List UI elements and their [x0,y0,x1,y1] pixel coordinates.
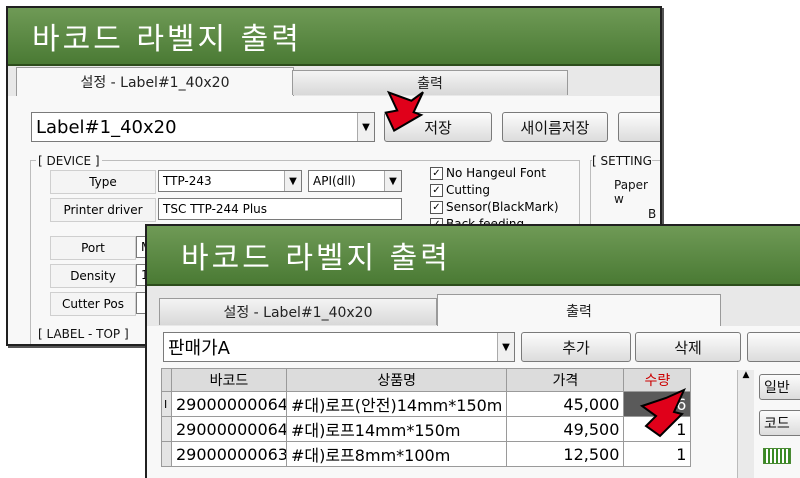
checkbox-label: Sensor(BlackMark) [446,200,559,214]
more-button[interactable] [618,112,660,142]
label-top-group-label: [ LABEL - TOP ] [38,327,129,341]
cell-price[interactable]: 12,500 [506,441,625,467]
device-group-label: [ DEVICE ] [36,154,102,168]
tab-settings[interactable]: 설정 - Label#1_40x20 [159,298,437,325]
cell-price[interactable]: 49,500 [506,416,625,442]
row-indicator: I [161,391,172,417]
tab-print[interactable]: 출력 [437,294,721,327]
cell-qty[interactable]: 1 [623,441,692,467]
table-row[interactable]: I 2900000006416 #대)로프(안전)14mm*150m 45,00… [161,391,692,417]
row-indicator-header [161,368,172,392]
type-value: TTP-243 [163,174,212,188]
tab-settings[interactable]: 설정 - Label#1_40x20 [16,67,294,96]
cell-name[interactable]: #대)로프(안전)14mm*150m [285,391,508,417]
paper-b-label: B [648,207,657,221]
price-list-select[interactable]: 판매가A ▼ [163,332,515,362]
pointer-arrow-icon [639,388,686,438]
col-barcode[interactable]: 바코드 [171,368,287,392]
general-button[interactable]: 일반 [759,374,800,400]
col-price[interactable]: 가격 [506,368,625,392]
chevron-down-icon[interactable]: ▼ [284,171,301,191]
type-select[interactable]: TTP-243 ▼ [158,170,302,192]
row-indicator [161,416,172,442]
label-select[interactable]: Label#1_40x20 ▼ [31,112,375,142]
table-row[interactable]: 2900000006386 #대)로프8mm*100m 12,500 1 [161,441,692,467]
window-title: 바코드 라벨지 출력 [8,8,660,66]
table-header: 바코드 상품명 가격 수량 [161,368,692,392]
cutting-checkbox[interactable]: ✓ Cutting [430,183,490,197]
code-button[interactable]: 코드 [759,410,800,436]
table-row[interactable]: 2900000006478 #대)로프14mm*150m 49,500 1 [161,416,692,442]
paper-width-label: Paper w [614,178,648,206]
setting-group-label: [ SETTING [592,154,652,168]
add-button[interactable]: 추가 [521,332,631,362]
driver-field[interactable]: TSC TTP-244 Plus [158,198,402,220]
scroll-up-icon[interactable]: ▲ [738,370,754,380]
col-name[interactable]: 상품명 [285,368,508,392]
window-title: 바코드 라벨지 출력 [147,226,800,286]
checkbox-label: Cutting [446,183,490,197]
check-icon: ✓ [430,183,443,197]
save-as-button[interactable]: 새이름저장 [502,112,608,142]
api-select[interactable]: API(dll) ▼ [308,170,402,192]
check-icon: ✓ [430,166,443,180]
tab-bar: 설정 - Label#1_40x20 출력 [8,66,660,96]
price-list-value: 판매가A [168,338,230,359]
print-window: 바코드 라벨지 출력 설정 - Label#1_40x20 출력 판매가A ▼ … [145,224,800,478]
barcode-icon[interactable] [763,448,791,464]
api-value: API(dll) [313,174,356,188]
driver-label: Printer driver [50,198,156,222]
no-hangeul-checkbox[interactable]: ✓ No Hangeul Font [430,166,546,180]
row-indicator [161,441,172,467]
barcode-table: 바코드 상품명 가격 수량 I 2900000006416 #대)로프(안전)1… [161,368,692,467]
table-scrollbar[interactable]: ▲ [737,370,754,478]
label-select-value: Label#1_40x20 [36,116,177,138]
delete-button[interactable]: 삭제 [635,332,741,362]
port-label: Port [50,236,136,260]
pointer-arrow-icon [384,90,424,133]
density-label: Density [50,264,136,288]
cell-name[interactable]: #대)로프14mm*150m [285,416,508,442]
cell-barcode[interactable]: 2900000006386 [171,441,287,467]
cutter-label: Cutter Pos [50,292,136,316]
chevron-down-icon[interactable]: ▼ [497,333,514,361]
cell-price[interactable]: 45,000 [506,391,625,417]
chevron-down-icon[interactable]: ▼ [384,171,401,191]
cell-barcode[interactable]: 2900000006416 [171,391,287,417]
cell-name[interactable]: #대)로프8mm*100m [285,441,508,467]
cell-barcode[interactable]: 2900000006478 [171,416,287,442]
type-label: Type [50,170,156,194]
more-button[interactable] [747,332,800,362]
check-icon: ✓ [430,200,443,214]
checkbox-label: No Hangeul Font [446,166,546,180]
tab-bar: 설정 - Label#1_40x20 출력 [147,286,800,327]
sensor-checkbox[interactable]: ✓ Sensor(BlackMark) [430,200,559,214]
